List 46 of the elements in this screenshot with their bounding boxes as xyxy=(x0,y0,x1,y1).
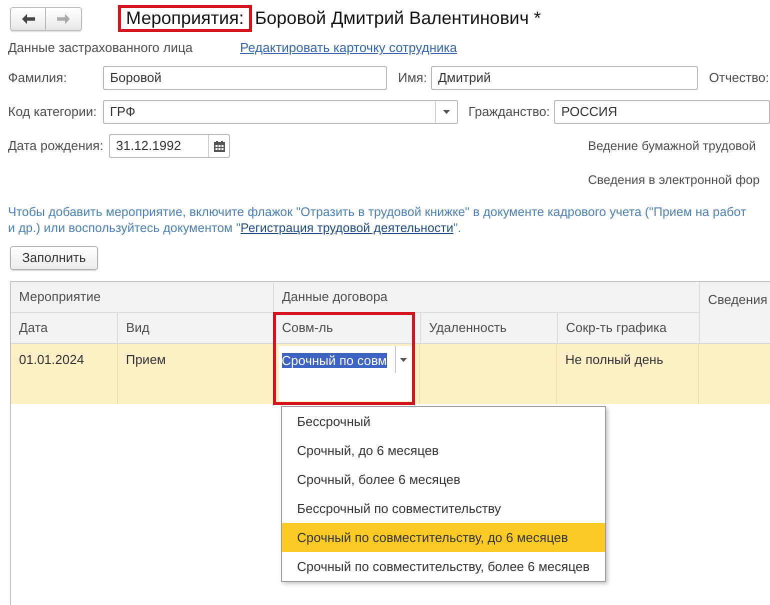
column-group-header: Данные договора xyxy=(282,288,388,306)
column-header[interactable]: Совм-ль xyxy=(274,313,421,343)
window-title: Боровой Дмитрий Валентинович * xyxy=(254,7,541,30)
calendar-icon xyxy=(214,140,224,152)
table-cell: Прием xyxy=(126,352,166,367)
arrow-left-icon xyxy=(22,14,34,24)
combo-field[interactable]: Срочный по совм xyxy=(278,346,412,401)
dropdown-option[interactable]: Бессрочный по совместительству xyxy=(282,494,605,523)
field-label: Ведение бумажной трудовой xyxy=(588,138,756,155)
table-cell: 01.01.2024 xyxy=(19,352,84,367)
field-label: Сведения в электронной фор xyxy=(588,172,760,189)
field-label: Фамилия: xyxy=(8,69,68,88)
caret-icon xyxy=(443,110,450,114)
dropdown-option[interactable]: Бессрочный xyxy=(282,407,605,436)
first-name-field[interactable]: Дмитрий xyxy=(431,66,698,90)
section-heading: Данные застрахованного лица xyxy=(8,39,194,58)
fill-button[interactable]: Заполнить xyxy=(10,246,98,270)
dropdown-option[interactable]: Срочный, более 6 месяцев xyxy=(282,465,605,494)
column-header[interactable]: Сокр-ть графика xyxy=(558,313,700,343)
field-label: Имя: xyxy=(398,69,428,88)
title-label: Мероприятия: xyxy=(118,5,252,32)
info-note: Чтобы добавить мероприятие, включите флажок "Отразить в трудовой книжке" в документе кадрового учета ("Прием на работ и др.) или воспользуйтесь документом "Регистрация трудовой деятельности". xyxy=(8,204,746,236)
category-combo-field[interactable]: ГРФ xyxy=(102,100,458,124)
selected-text: Срочный по совм xyxy=(282,353,387,368)
edit-employee-link[interactable]: Редактировать карточку сотрудника xyxy=(240,38,457,58)
dropdown-option[interactable]: Срочный по совместительству, более 6 месяцев xyxy=(282,552,605,581)
column-group-header: Сведения xyxy=(708,291,768,309)
column-group-header: Мероприятие xyxy=(19,288,101,306)
table-cell: Не полный день xyxy=(565,352,664,367)
field-label: Код категории: xyxy=(8,103,98,122)
arrow-right-icon xyxy=(57,14,70,24)
field-label: Отчество: xyxy=(709,69,770,88)
birth-date-field[interactable]: 31.12.1992 xyxy=(109,134,230,158)
dropdown-option[interactable]: Срочный по совместительству, до 6 месяцев xyxy=(282,523,605,552)
surname-field[interactable]: Боровой xyxy=(103,66,387,90)
registration-link[interactable]: Регистрация трудовой деятельности xyxy=(240,221,454,235)
back-button[interactable] xyxy=(10,6,46,30)
table-row[interactable]: 01.01.2024 Прием Срочный по совм Не полный день xyxy=(11,344,770,404)
citizenship-field[interactable]: РОССИЯ xyxy=(554,100,770,124)
field-label: Дата рождения: xyxy=(8,137,104,156)
field-label: Гражданство: xyxy=(468,103,551,122)
column-header[interactable]: Дата xyxy=(11,313,118,343)
column-header[interactable]: Удаленность xyxy=(421,313,558,343)
dropdown-option[interactable]: Срочный, до 6 месяцев xyxy=(282,436,605,465)
column-header[interactable]: Вид xyxy=(118,313,274,343)
caret-icon xyxy=(400,358,408,362)
